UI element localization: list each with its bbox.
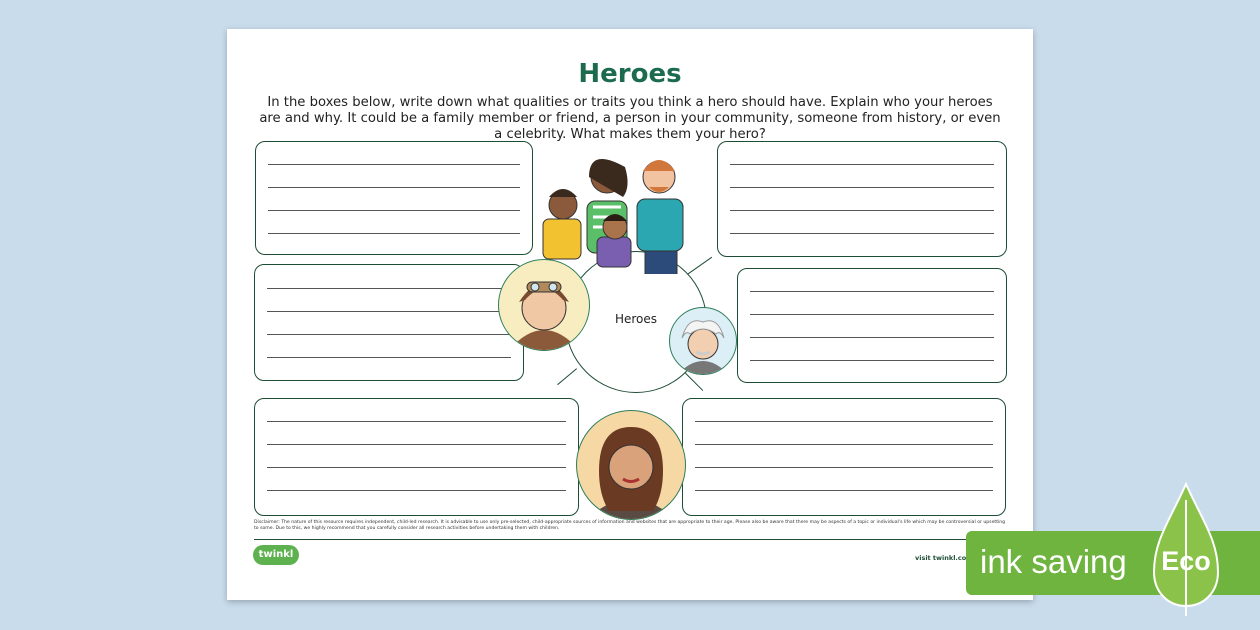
disclaimer-text: Disclaimer: The nature of this resource … (254, 520, 1006, 532)
worksheet-instructions: In the boxes below, write down what qual… (259, 95, 1001, 142)
writing-box-middle-left[interactable] (254, 264, 524, 381)
connector-line (557, 368, 577, 386)
footer-divider (254, 539, 1006, 540)
writing-box-bottom-left[interactable] (254, 398, 579, 516)
ink-saving-label: ink saving (980, 543, 1127, 580)
eco-label: Eco (1161, 546, 1211, 576)
twinkl-logo: twinkl (253, 545, 299, 565)
worksheet-page: Heroes In the boxes below, write down wh… (227, 29, 1033, 600)
celebrity-portrait (576, 410, 686, 520)
writing-box-middle-right[interactable] (737, 268, 1007, 383)
family-group-illustration (542, 159, 684, 274)
aviator-portrait (498, 259, 590, 351)
worksheet-title: Heroes (578, 59, 682, 89)
scientist-portrait (669, 307, 737, 375)
writing-box-bottom-right[interactable] (682, 398, 1006, 516)
visit-link[interactable]: visit twinkl.com (915, 554, 973, 562)
writing-box-top-left[interactable] (255, 141, 533, 255)
writing-box-top-right[interactable] (717, 141, 1007, 257)
